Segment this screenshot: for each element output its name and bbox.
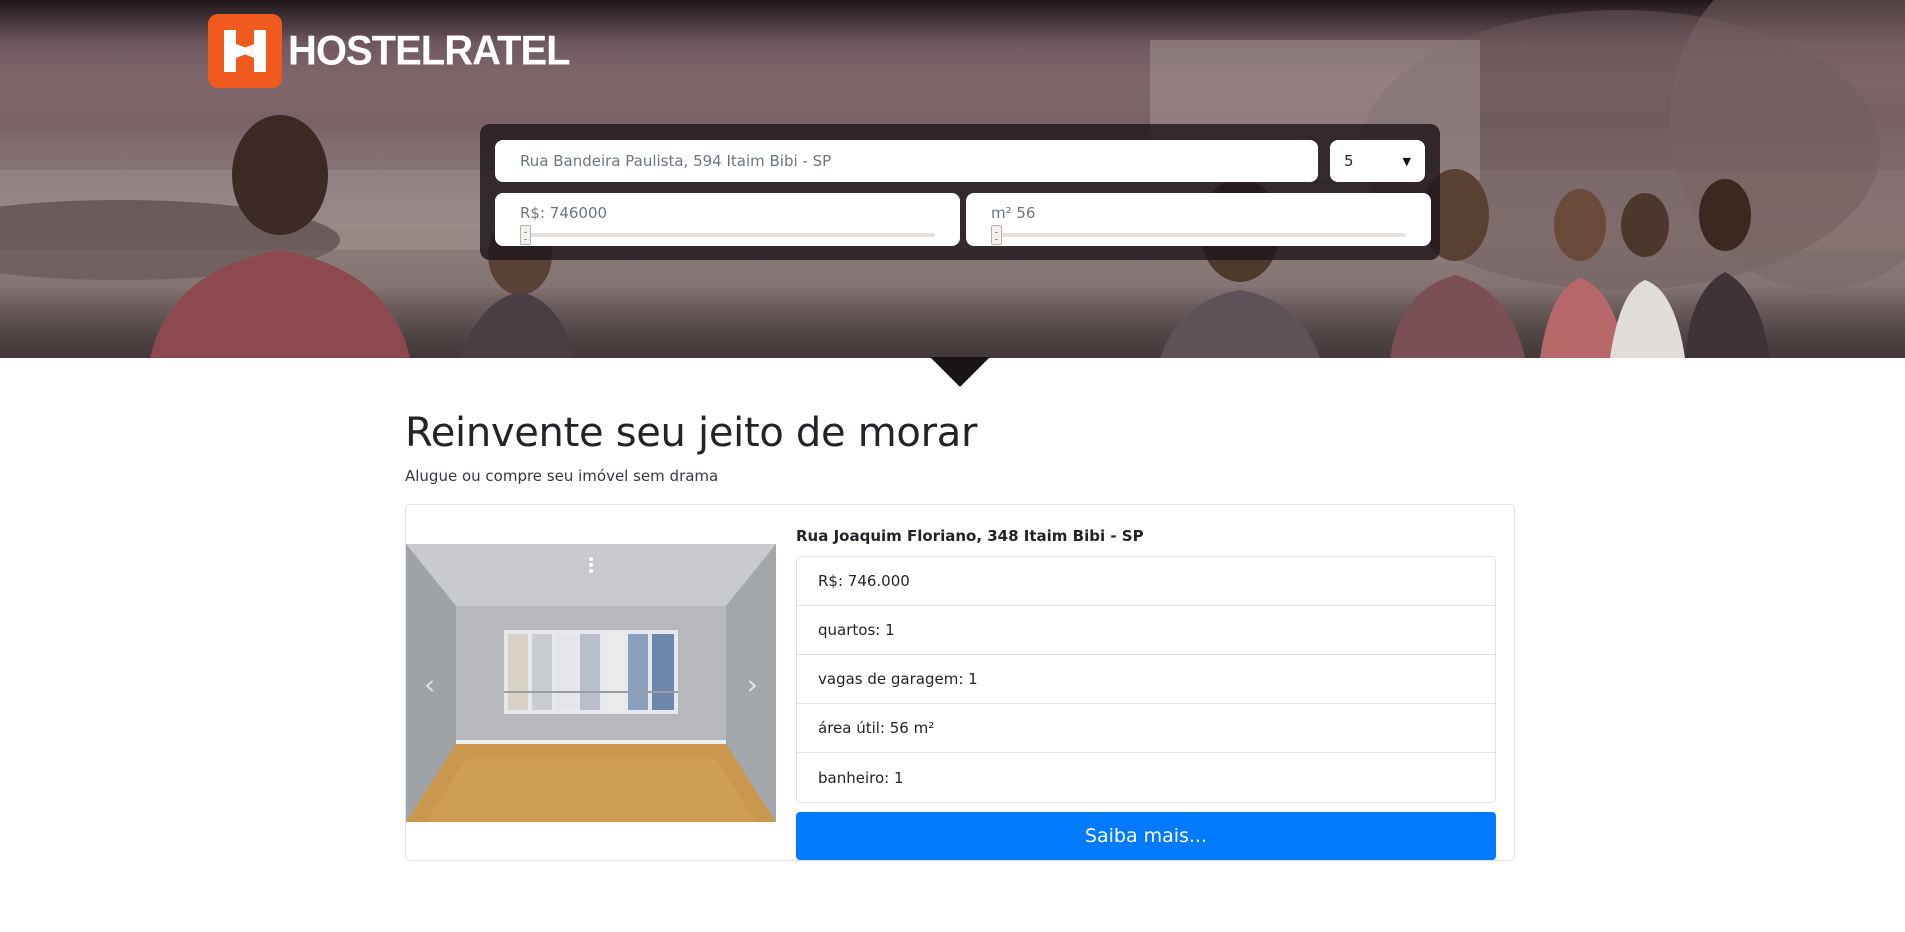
- detail-area: área útil: 56 m²: [797, 704, 1495, 753]
- area-range-label: m² 56: [991, 204, 1036, 222]
- listing-address: Rua Joaquim Floriano, 348 Itaim Bibi - S…: [796, 527, 1144, 545]
- brand-logo[interactable]: HOSTELRATEL: [208, 14, 571, 88]
- price-range-filter: R$: 746000: [495, 193, 960, 246]
- price-range-track[interactable]: [520, 233, 935, 237]
- dropdown-caret-icon: ▼: [1402, 154, 1411, 168]
- learn-more-button[interactable]: Saiba mais...: [796, 812, 1496, 860]
- search-panel: 5 ▼ R$: 746000 m² 56: [480, 124, 1440, 260]
- area-range-thumb[interactable]: [991, 225, 1002, 245]
- page-headline: Reinvente seu jeito de morar: [405, 410, 978, 456]
- detail-bathrooms: banheiro: 1: [818, 768, 904, 787]
- listing-details-list: R$: 746.000 quartos: 1 vagas de garagem:…: [796, 556, 1496, 803]
- chevron-left-icon[interactable]: ‹: [424, 668, 435, 701]
- detail-bedrooms: quartos: 1: [797, 606, 1495, 655]
- price-range-thumb[interactable]: [520, 225, 531, 245]
- detail-parking: vagas de garagem: 1: [797, 655, 1495, 704]
- detail-price: R$: 746.000: [797, 557, 1495, 606]
- price-range-label: R$: 746000: [520, 204, 608, 222]
- rooms-select-value: 5: [1344, 152, 1354, 170]
- hostel-logo-icon: [208, 14, 282, 88]
- property-room-photo: [406, 544, 776, 822]
- rooms-select[interactable]: 5 ▼: [1330, 140, 1425, 182]
- area-range-track[interactable]: [991, 233, 1406, 237]
- area-range-filter: m² 56: [966, 193, 1431, 246]
- chevron-right-icon[interactable]: ›: [747, 668, 758, 701]
- address-search-input[interactable]: [495, 140, 1318, 182]
- page-subheadline: Alugue ou compre seu imóvel sem drama: [405, 467, 719, 485]
- property-card: ‹ › Rua Joaquim Floriano, 348 Itaim Bibi…: [405, 504, 1515, 861]
- hero-banner: HOSTELRATEL 5 ▼ R$: 746000 m² 56: [0, 0, 1905, 358]
- hero-pointer-notch: [930, 357, 990, 387]
- brand-name: HOSTELRATEL: [288, 27, 571, 74]
- property-image-carousel[interactable]: ‹ ›: [406, 544, 776, 822]
